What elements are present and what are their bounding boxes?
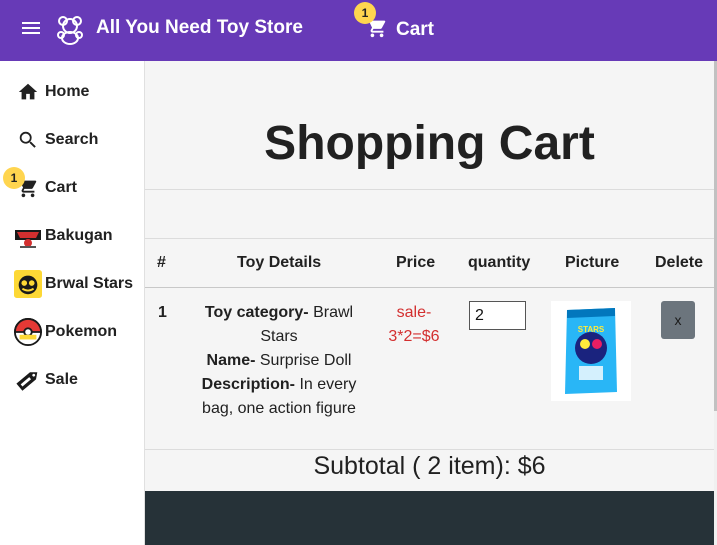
column-header-details: Toy Details	[237, 254, 322, 271]
sidebar-item-label: Pokemon	[45, 323, 118, 340]
footer	[145, 491, 714, 545]
column-header-picture: Picture	[565, 254, 620, 271]
app-title[interactable]: All You Need Toy Store	[96, 17, 303, 39]
main-content: Shopping Cart # Toy Details Price quanti…	[145, 61, 714, 545]
sidebar-item-sale[interactable]: Sale	[14, 365, 78, 395]
home-icon	[14, 78, 42, 106]
sidebar-item-home[interactable]: Home	[14, 77, 89, 107]
product-image: STARS	[551, 301, 631, 401]
cart-count-badge: 1	[354, 2, 376, 24]
delete-button[interactable]: x	[661, 301, 695, 339]
quantity-input[interactable]	[469, 301, 526, 330]
sidebar-item-label: Sale	[45, 371, 78, 388]
column-header-delete: Delete	[655, 254, 704, 271]
description-label: Description-	[201, 376, 295, 393]
sidebar-item-label: Cart	[45, 179, 78, 196]
bakugan-logo-icon	[14, 222, 42, 250]
sale-tag-icon	[14, 366, 42, 394]
pokeball-icon	[14, 318, 42, 346]
column-header-index: #	[157, 254, 166, 271]
toy-details: Toy category- Brawl Stars Name- Surprise…	[195, 301, 363, 421]
sidebar-item-label: Search	[45, 131, 99, 148]
name-value: Surprise Doll	[259, 352, 352, 369]
svg-text:STARS: STARS	[578, 325, 605, 334]
brawl-stars-logo-icon	[14, 270, 42, 298]
price-value: sale-3*2=$6	[388, 304, 440, 345]
divider	[145, 238, 714, 239]
page-title: Shopping Cart	[264, 117, 595, 170]
column-header-quantity: quantity	[468, 254, 531, 271]
divider	[145, 449, 714, 450]
sidebar-item-cart[interactable]: 1 Cart	[3, 167, 78, 203]
category-label: Toy category-	[204, 304, 309, 321]
app-bar: All You Need Toy Store 1 Cart	[0, 0, 717, 61]
menu-icon[interactable]	[22, 19, 46, 41]
sidebar-item-label: Home	[45, 83, 90, 100]
sidebar-item-label: Brwal Stars	[45, 275, 134, 292]
search-icon	[14, 126, 42, 154]
sidebar-item-bakugan[interactable]: Bakugan	[14, 221, 113, 251]
subtotal: Subtotal ( 2 item): $6	[313, 452, 546, 480]
column-header-price: Price	[396, 254, 436, 271]
teddy-bear-icon[interactable]	[54, 14, 86, 46]
sidebar-cart-badge: 1	[3, 167, 25, 189]
sidebar-item-search[interactable]: Search	[14, 125, 98, 155]
row-index: 1	[158, 304, 167, 321]
top-cart-button[interactable]: 1 Cart	[354, 2, 435, 43]
sidebar-item-pokemon[interactable]: Pokemon	[14, 317, 117, 347]
name-label: Name-	[206, 352, 256, 369]
divider	[145, 189, 714, 190]
header-divider	[145, 287, 714, 288]
sidebar: Home Search 1 Cart Bakugan Brwal Stars P…	[0, 61, 145, 545]
top-cart-label: Cart	[396, 19, 435, 40]
sidebar-item-brawl-stars[interactable]: Brwal Stars	[14, 269, 133, 299]
sidebar-item-label: Bakugan	[45, 227, 113, 244]
